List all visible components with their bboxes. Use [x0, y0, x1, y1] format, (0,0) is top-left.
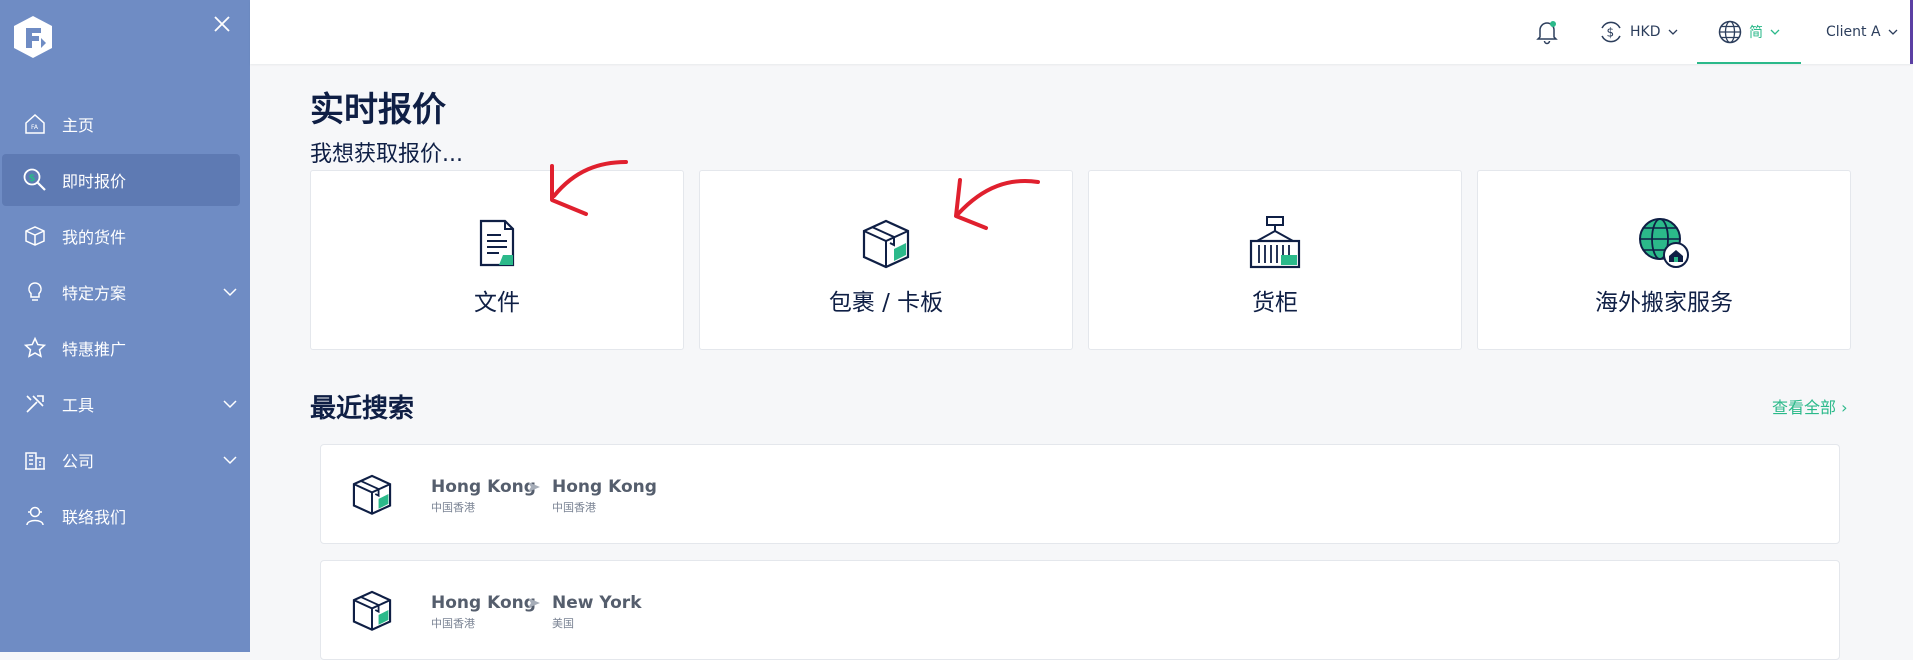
active-underline [1697, 62, 1801, 64]
card-overseas-moving[interactable]: 海外搬家服务 [1477, 170, 1851, 350]
svg-text:$: $ [1607, 26, 1615, 40]
sidebar: FA 主页 $ 即时报价 我的货件 特定方案 特惠推广 工具 公司 联络我们 [0, 0, 250, 652]
language-value: 简 [1749, 25, 1763, 41]
home-icon: FA [22, 111, 48, 137]
globe-icon [1718, 20, 1742, 44]
card-document[interactable]: 文件 [310, 170, 684, 350]
recent-search-row[interactable]: Hong Kong 中国香港 New York 美国 [320, 560, 1840, 660]
page-subtitle: 我想获取报价... [310, 142, 463, 167]
svg-text:FA: FA [31, 124, 39, 131]
page-title: 实时报价 [310, 90, 446, 130]
contact-icon [22, 503, 48, 529]
sidebar-item-tools[interactable]: 工具 [2, 378, 240, 430]
sidebar-item-promotions[interactable]: 特惠推广 [2, 322, 240, 374]
user-menu[interactable]: Client A [1820, 0, 1899, 64]
sidebar-item-contact[interactable]: 联络我们 [2, 490, 240, 542]
chevron-down-icon [1770, 29, 1780, 35]
chevron-down-icon [223, 288, 237, 297]
chevron-down-icon [1668, 29, 1677, 35]
origin-city: Hong Kong [431, 477, 536, 497]
currency-selector[interactable]: $ HKD [1598, 0, 1679, 64]
quote-type-cards: 文件 包裹 / 卡板 货柜 海外搬家服务 [310, 170, 1852, 350]
destination-country: 美国 [552, 617, 574, 630]
origin-country: 中国香港 [431, 501, 475, 514]
globe-house-icon [1639, 218, 1689, 268]
building-icon [22, 447, 48, 473]
quote-search-icon: $ [22, 167, 48, 193]
lightbulb-icon [22, 279, 48, 305]
view-all-link[interactable]: 查看全部 › [1772, 394, 1848, 418]
currency-exchange-icon: $ [1601, 21, 1621, 43]
destination-city: New York [552, 593, 642, 613]
sidebar-item-label: 特惠推广 [62, 340, 127, 359]
card-label: 文件 [474, 290, 520, 316]
sidebar-item-label: 特定方案 [62, 284, 127, 303]
parcel-icon [862, 219, 910, 269]
sidebar-item-label: 主页 [62, 116, 95, 135]
origin: Hong Kong 中国香港 [431, 477, 536, 515]
container-icon [1249, 216, 1301, 269]
box-icon [22, 223, 48, 249]
sidebar-item-label: 公司 [62, 452, 95, 471]
sidebar-item-my-shipments[interactable]: 我的货件 [2, 210, 240, 262]
destination-country: 中国香港 [552, 501, 596, 514]
arrow-right-icon [528, 598, 540, 608]
card-parcel-pallet[interactable]: 包裹 / 卡板 [699, 170, 1073, 350]
bell-icon [1536, 21, 1558, 45]
tools-icon [22, 391, 48, 417]
sidebar-item-company[interactable]: 公司 [2, 434, 240, 486]
sidebar-item-special-plans[interactable]: 特定方案 [2, 266, 240, 318]
recent-searches-title: 最近搜索 [310, 394, 415, 424]
origin: Hong Kong 中国香港 [431, 593, 536, 631]
chevron-down-icon [223, 400, 237, 409]
origin-city: Hong Kong [431, 593, 536, 613]
card-label: 包裹 / 卡板 [828, 290, 944, 316]
destination: Hong Kong 中国香港 [552, 477, 657, 515]
chevron-down-icon [1888, 29, 1898, 35]
star-icon [22, 335, 48, 361]
top-header: $ HKD 简 Client A [250, 0, 1913, 64]
card-label: 货柜 [1252, 290, 1298, 316]
destination: New York 美国 [552, 593, 642, 631]
close-sidebar-icon[interactable] [210, 12, 234, 36]
sidebar-item-home[interactable]: FA 主页 [2, 98, 240, 150]
sidebar-item-label: 我的货件 [62, 228, 127, 247]
arrow-right-icon [528, 482, 540, 492]
chevron-down-icon [223, 456, 237, 465]
recent-search-row[interactable]: Hong Kong 中国香港 Hong Kong 中国香港 [320, 444, 1840, 544]
notifications-button[interactable] [1534, 0, 1560, 64]
sidebar-item-instant-quote[interactable]: $ 即时报价 [2, 154, 240, 206]
destination-city: Hong Kong [552, 477, 657, 497]
sidebar-item-label: 即时报价 [62, 172, 127, 191]
sidebar-item-label: 联络我们 [62, 508, 127, 527]
card-label: 海外搬家服务 [1595, 290, 1733, 316]
parcel-icon [352, 590, 392, 631]
user-name: Client A [1826, 24, 1881, 40]
logo-icon[interactable] [10, 14, 56, 60]
parcel-icon [352, 474, 392, 515]
card-container[interactable]: 货柜 [1088, 170, 1462, 350]
origin-country: 中国香港 [431, 617, 475, 630]
sidebar-item-label: 工具 [62, 396, 95, 415]
language-selector[interactable]: 简 [1697, 0, 1801, 64]
document-icon [479, 219, 515, 267]
sidebar-nav: FA 主页 $ 即时报价 我的货件 特定方案 特惠推广 工具 公司 联络我们 [0, 98, 250, 546]
svg-text:$: $ [29, 173, 36, 184]
currency-value: HKD [1630, 24, 1661, 40]
